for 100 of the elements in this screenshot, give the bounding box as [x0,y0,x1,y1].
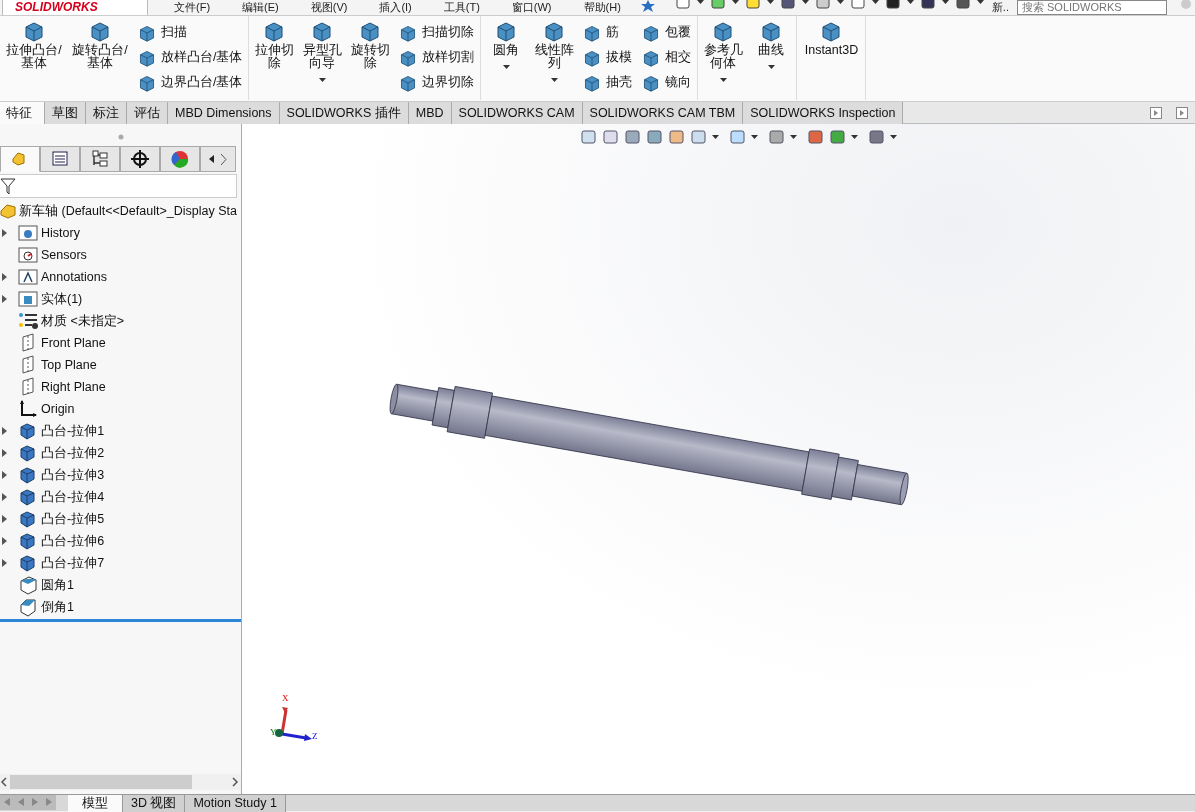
tree-item-label[interactable]: 倒角1 [41,597,74,617]
ribbon-button[interactable]: 旋转凸台/基体 [70,20,130,100]
caret-icon[interactable] [976,0,984,4]
bottom-tab[interactable]: 3D 视图 [123,795,186,812]
caret-icon[interactable] [851,135,858,139]
ribbon-button[interactable]: 扫描 [136,20,245,45]
caret-icon[interactable] [696,0,704,4]
command-tab[interactable]: MBD Dimensions [168,102,280,124]
caret-icon[interactable] [941,0,949,4]
caret-icon[interactable] [712,135,719,139]
grip-icon[interactable] [117,134,124,140]
scroll-right-icon[interactable] [221,153,227,165]
ribbon-button[interactable]: 包覆 [640,20,694,45]
panel-tab[interactable] [120,146,160,172]
command-tab[interactable]: 评估 [127,102,168,124]
caret-icon[interactable] [836,0,844,4]
ribbon-button[interactable]: 边界切除 [397,70,477,95]
bottom-tab[interactable]: 模型 [68,795,123,812]
command-tab[interactable]: SOLIDWORKS 插件 [279,102,409,124]
ribbon-button[interactable]: 放样凸台/基体 [136,45,245,70]
caret-icon[interactable] [801,0,809,4]
caret-icon[interactable] [319,78,326,82]
tree-item-label[interactable]: Front Plane [41,333,106,353]
expand-icon[interactable] [2,295,8,303]
ribbon-button[interactable]: 拉伸切除 [253,20,296,100]
expand-icon[interactable] [2,471,8,479]
panel-left-icon[interactable] [1150,107,1162,119]
tree-item-label[interactable]: 凸台-拉伸7 [41,553,105,573]
ribbon-button[interactable]: 相交 [640,45,694,70]
tree-item-label[interactable]: Top Plane [41,355,97,375]
caret-icon[interactable] [790,135,797,139]
toolbar-label[interactable]: 新.. [991,0,1009,15]
panel-right-icon[interactable] [1176,107,1188,119]
caret-icon[interactable] [871,0,879,4]
expand-icon[interactable] [2,427,8,435]
ribbon-button[interactable]: 圆角 [485,20,528,100]
command-tab[interactable]: MBD [408,102,452,124]
command-tab[interactable]: SOLIDWORKS CAM [451,102,583,124]
filter-field[interactable] [0,174,237,198]
ribbon-button[interactable]: 异型孔向导 [301,20,344,100]
menu-item[interactable]: 插入(I) [379,0,412,15]
ribbon-button[interactable]: 拉伸凸台/基体 [4,20,64,100]
tree-item-label[interactable]: 材质 <未指定> [41,311,125,331]
caret-icon[interactable] [906,0,914,4]
caret-icon[interactable] [551,78,558,82]
horizontal-scrollbar[interactable] [0,774,241,790]
scroll-left-icon[interactable] [0,777,8,787]
caret-icon[interactable] [720,78,727,82]
ribbon-button[interactable]: 边界凸台/基体 [136,70,245,95]
expand-icon[interactable] [2,559,8,567]
tree-root-label[interactable]: 新车轴 (Default<<Default>_Display Sta [19,201,237,221]
ribbon-button[interactable]: Instant3D [801,20,862,100]
command-tab[interactable]: 草图 [45,102,86,124]
panel-tab[interactable] [80,146,120,172]
tree-item-label[interactable]: History [41,223,80,243]
expand-icon[interactable] [2,515,8,523]
ribbon-button[interactable]: 曲线 [750,20,793,100]
ribbon-button[interactable]: 拔模 [581,45,635,70]
caret-icon[interactable] [766,0,774,4]
tree-item-label[interactable]: 凸台-拉伸5 [41,509,105,529]
ribbon-button[interactable]: 参考几何体 [702,20,745,100]
search-field[interactable]: 搜索 SOLIDWORKS [1016,0,1167,15]
tree-item-label[interactable]: Annotations [41,267,108,287]
caret-icon[interactable] [751,135,758,139]
command-tab[interactable]: 标注 [86,102,127,124]
expand-icon[interactable] [2,229,8,237]
caret-icon[interactable] [503,65,510,69]
ribbon-button[interactable]: 放样切割 [397,45,477,70]
tree-item-label[interactable]: 凸台-拉伸4 [41,487,105,507]
expand-icon[interactable] [2,493,8,501]
caret-icon[interactable] [890,135,897,139]
ribbon-button[interactable]: 旋转切除 [349,20,392,100]
ribbon-button[interactable]: 镜向 [640,70,694,95]
tree-item-label[interactable]: 凸台-拉伸1 [41,421,105,441]
tree-item-label[interactable]: Right Plane [41,377,106,397]
menu-item[interactable]: 帮助(H) [583,0,621,15]
caret-icon[interactable] [731,0,739,4]
command-tab[interactable]: SOLIDWORKS Inspection [743,102,904,124]
tree-item-label[interactable]: 凸台-拉伸2 [41,443,105,463]
tree-item-label[interactable]: 凸台-拉伸3 [41,465,105,485]
menu-item[interactable]: 文件(F) [174,0,211,15]
ribbon-button[interactable]: 筋 [581,20,635,45]
menu-item[interactable]: 工具(T) [443,0,480,15]
menu-item[interactable]: 窗口(W) [511,0,552,15]
pin-icon[interactable] [640,0,655,12]
tree-item-label[interactable]: Origin [41,399,75,419]
tree-item-label[interactable]: 凸台-拉伸6 [41,531,105,551]
ribbon-button[interactable]: 线性阵列 [533,20,576,100]
scroll-left-icon[interactable] [209,155,215,163]
menu-item[interactable]: 编辑(E) [242,0,279,15]
bottom-tab[interactable]: Motion Study 1 [185,795,286,812]
command-tab[interactable]: 特征 [0,102,45,124]
scroll-right-icon[interactable] [231,777,241,787]
expand-icon[interactable] [2,273,8,281]
command-tab[interactable]: SOLIDWORKS CAM TBM [582,102,744,124]
expand-icon[interactable] [2,449,8,457]
expand-icon[interactable] [2,537,8,545]
filter-icon[interactable] [0,177,16,195]
caret-icon[interactable] [768,65,775,69]
tree-item-label[interactable]: 实体(1) [41,289,83,309]
